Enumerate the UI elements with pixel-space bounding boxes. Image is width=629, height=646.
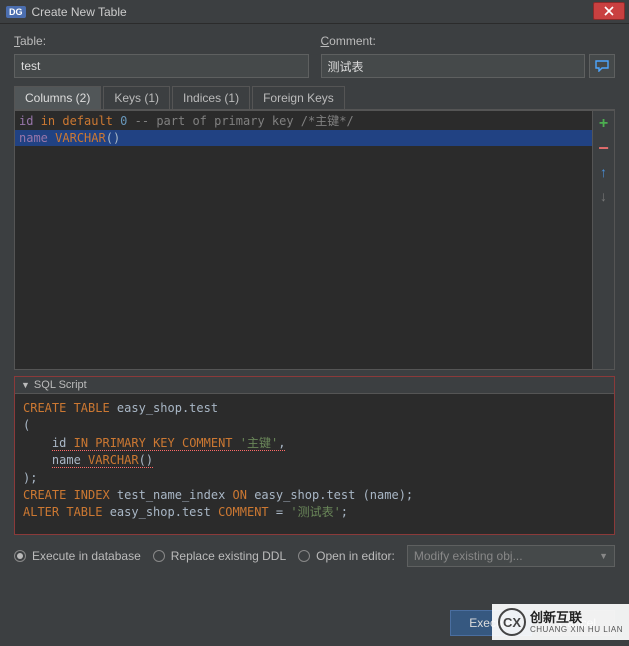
close-icon xyxy=(604,6,614,16)
radio-open-editor[interactable]: Open in editor: xyxy=(298,549,395,563)
columns-list[interactable]: id in default 0 -- part of primary key /… xyxy=(15,111,592,369)
chevron-down-icon: ▼ xyxy=(599,551,608,561)
tabs: Columns (2) Keys (1) Indices (1) Foreign… xyxy=(14,86,615,110)
column-row[interactable]: id in default 0 -- part of primary key /… xyxy=(15,111,592,130)
sql-section: ▼ SQL Script CREATE TABLE easy_shop.test… xyxy=(14,376,615,535)
tab-columns[interactable]: Columns (2) xyxy=(14,86,101,109)
minus-icon: − xyxy=(598,138,609,159)
column-side-toolbar: + − ↑ ↓ xyxy=(592,111,614,369)
form-area: Table: Comment: xyxy=(0,24,629,82)
arrow-down-icon: ↓ xyxy=(600,188,607,204)
radio-execute-db[interactable]: Execute in database xyxy=(14,549,141,563)
arrow-up-icon: ↑ xyxy=(600,164,607,180)
options-row: Execute in database Replace existing DDL… xyxy=(14,545,615,567)
radio-icon xyxy=(298,550,310,562)
open-editor-value: Modify existing obj... xyxy=(414,549,523,563)
columns-editor: id in default 0 -- part of primary key /… xyxy=(14,110,615,370)
title-bar: DG Create New Table xyxy=(0,0,629,24)
radio-label: Replace existing DDL xyxy=(171,549,286,563)
watermark: CX 创新互联 CHUANG XIN HU LIAN xyxy=(492,604,629,640)
table-label: Table: xyxy=(14,34,309,48)
collapse-icon: ▼ xyxy=(21,380,30,390)
radio-icon xyxy=(153,550,165,562)
comment-label: Comment: xyxy=(321,34,616,48)
move-up-button[interactable]: ↑ xyxy=(597,165,611,179)
radio-label: Open in editor: xyxy=(316,549,395,563)
close-button[interactable] xyxy=(593,2,625,20)
app-badge: DG xyxy=(6,6,26,18)
comment-field-group: Comment: xyxy=(321,34,616,78)
column-row[interactable]: name VARCHAR() xyxy=(15,130,592,146)
radio-replace-ddl[interactable]: Replace existing DDL xyxy=(153,549,286,563)
window-title: Create New Table xyxy=(32,5,127,19)
speech-bubble-icon xyxy=(595,60,609,72)
sql-body[interactable]: CREATE TABLE easy_shop.test ( id IN PRIM… xyxy=(15,394,614,534)
move-down-button[interactable]: ↓ xyxy=(597,189,611,203)
remove-column-button[interactable]: − xyxy=(597,141,611,155)
tab-keys[interactable]: Keys (1) xyxy=(103,86,170,109)
watermark-logo-icon: CX xyxy=(498,608,526,636)
tab-foreign-keys[interactable]: Foreign Keys xyxy=(252,86,345,109)
table-field-group: Table: xyxy=(14,34,309,78)
watermark-en: CHUANG XIN HU LIAN xyxy=(530,626,623,634)
plus-icon: + xyxy=(599,115,608,133)
table-input[interactable] xyxy=(14,54,309,78)
radio-icon xyxy=(14,550,26,562)
sql-header-label: SQL Script xyxy=(34,379,87,391)
sql-header[interactable]: ▼ SQL Script xyxy=(15,377,614,394)
radio-label: Execute in database xyxy=(32,549,141,563)
watermark-cn: 创新互联 xyxy=(530,611,623,624)
comment-expand-button[interactable] xyxy=(589,54,615,78)
comment-input[interactable] xyxy=(321,54,586,78)
tab-indices[interactable]: Indices (1) xyxy=(172,86,250,109)
add-column-button[interactable]: + xyxy=(597,117,611,131)
open-editor-select[interactable]: Modify existing obj... ▼ xyxy=(407,545,615,567)
